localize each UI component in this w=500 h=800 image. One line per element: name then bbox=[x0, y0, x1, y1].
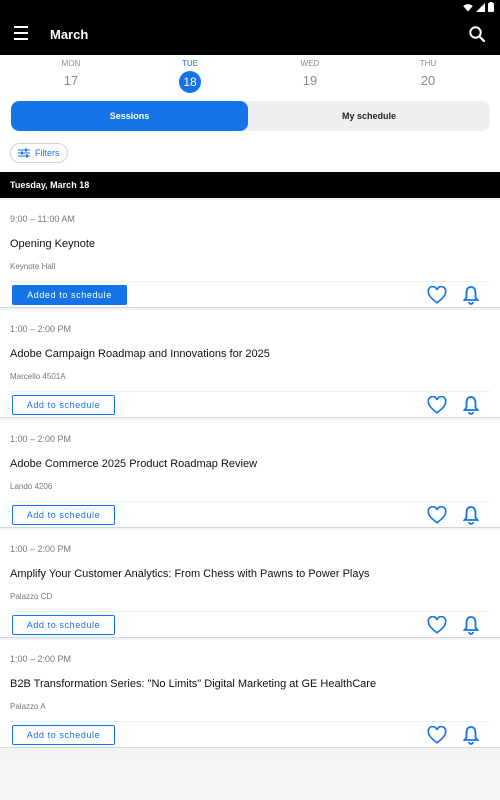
page-title: March bbox=[50, 27, 89, 42]
signal-icon bbox=[476, 2, 485, 12]
bell-icon[interactable] bbox=[463, 725, 479, 745]
add-to-schedule-button[interactable]: Add to schedule bbox=[12, 505, 115, 525]
wifi-icon bbox=[463, 3, 473, 11]
sliders-icon bbox=[18, 148, 30, 158]
add-to-schedule-button[interactable]: Add to schedule bbox=[12, 725, 115, 745]
day-number: 17 bbox=[63, 73, 79, 88]
date-section-header: Tuesday, March 18 bbox=[0, 172, 500, 198]
heart-icon[interactable] bbox=[427, 286, 447, 304]
session-title: Adobe Commerce 2025 Product Roadmap Revi… bbox=[10, 458, 258, 470]
tab-bar-container: Sessions My schedule bbox=[0, 95, 500, 140]
app-bar: March bbox=[0, 14, 500, 55]
session-location: Lando 4206 bbox=[10, 482, 53, 491]
add-to-schedule-button[interactable]: Add to schedule bbox=[12, 615, 115, 635]
filters-button[interactable]: Filters bbox=[10, 143, 68, 163]
day-of-week: THU bbox=[419, 59, 437, 68]
hamburger-menu-icon[interactable] bbox=[14, 26, 30, 42]
session-location: Keynote Hall bbox=[10, 262, 56, 271]
day-wed[interactable]: WED 19 bbox=[280, 55, 340, 88]
day-thu[interactable]: THU 20 bbox=[398, 55, 458, 88]
session-card[interactable]: 1:00 – 2:00 PM Adobe Commerce 2025 Produ… bbox=[0, 420, 500, 528]
added-to-schedule-button[interactable]: Added to schedule bbox=[12, 285, 127, 305]
session-card[interactable]: 1:00 – 2:00 PM B2B Transformation Series… bbox=[0, 640, 500, 748]
day-number: 20 bbox=[420, 73, 436, 88]
status-bar bbox=[0, 0, 500, 14]
day-of-week: TUE bbox=[182, 59, 198, 68]
day-number: 19 bbox=[302, 73, 318, 88]
session-time: 1:00 – 2:00 PM bbox=[10, 654, 72, 664]
filters-label: Filters bbox=[35, 148, 60, 158]
card-divider bbox=[10, 501, 490, 502]
bell-icon[interactable] bbox=[463, 395, 479, 415]
session-location: Palazzo A bbox=[10, 702, 46, 711]
session-time: 1:00 – 2:00 PM bbox=[10, 544, 72, 554]
status-icons bbox=[463, 2, 494, 12]
day-selector: MON 17 TUE 18 WED 19 THU 20 bbox=[0, 55, 500, 95]
session-card[interactable]: 1:00 – 2:00 PM Amplify Your Customer Ana… bbox=[0, 530, 500, 638]
day-number: 18 bbox=[179, 71, 201, 93]
bell-icon[interactable] bbox=[463, 285, 479, 305]
heart-icon[interactable] bbox=[427, 396, 447, 414]
add-to-schedule-button[interactable]: Add to schedule bbox=[12, 395, 115, 415]
heart-icon[interactable] bbox=[427, 616, 447, 634]
day-mon[interactable]: MON 17 bbox=[41, 55, 101, 88]
filters-row: Filters bbox=[0, 140, 500, 172]
day-tue[interactable]: TUE 18 bbox=[160, 55, 220, 93]
heart-icon[interactable] bbox=[427, 506, 447, 524]
session-time: 9:00 – 11:00 AM bbox=[10, 214, 75, 224]
tab-sessions[interactable]: Sessions bbox=[11, 101, 248, 131]
session-title: Amplify Your Customer Analytics: From Ch… bbox=[10, 568, 370, 580]
search-icon[interactable] bbox=[468, 25, 486, 43]
session-time: 1:00 – 2:00 PM bbox=[10, 434, 72, 444]
bell-icon[interactable] bbox=[463, 505, 479, 525]
session-title: B2B Transformation Series: "No Limits" D… bbox=[10, 678, 377, 690]
session-location: Marcello 4501A bbox=[10, 372, 66, 381]
card-divider bbox=[10, 281, 490, 282]
session-title: Adobe Campaign Roadmap and Innovations f… bbox=[10, 348, 270, 360]
session-title: Opening Keynote bbox=[10, 238, 96, 250]
card-divider bbox=[10, 721, 490, 722]
bell-icon[interactable] bbox=[463, 615, 479, 635]
tab-my-schedule[interactable]: My schedule bbox=[248, 101, 490, 131]
day-of-week: WED bbox=[300, 59, 320, 68]
day-of-week: MON bbox=[61, 59, 81, 68]
card-divider bbox=[10, 611, 490, 612]
session-card[interactable]: 9:00 – 11:00 AM Opening Keynote Keynote … bbox=[0, 200, 500, 308]
session-location: Palazzo CD bbox=[10, 592, 53, 601]
heart-icon[interactable] bbox=[427, 726, 447, 744]
segmented-control: Sessions My schedule bbox=[11, 101, 490, 131]
card-divider bbox=[10, 391, 490, 392]
list-bottom-area bbox=[0, 762, 500, 800]
session-card[interactable]: 1:00 – 2:00 PM Adobe Campaign Roadmap an… bbox=[0, 310, 500, 418]
battery-icon bbox=[488, 2, 494, 12]
session-time: 1:00 – 2:00 PM bbox=[10, 324, 72, 334]
